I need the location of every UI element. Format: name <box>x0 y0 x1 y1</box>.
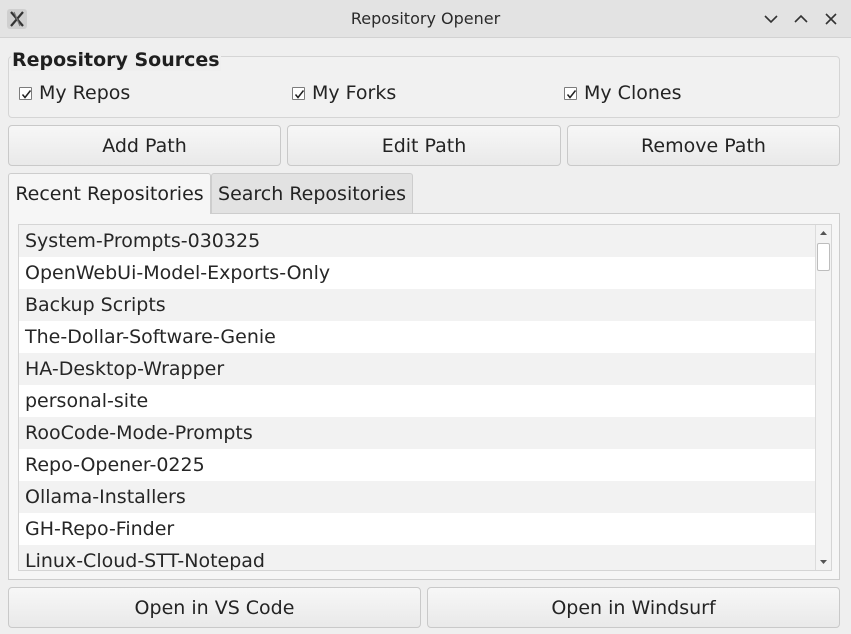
vertical-scrollbar[interactable] <box>815 225 831 570</box>
checkbox-checked-icon[interactable] <box>292 86 305 100</box>
checkbox-checked-icon[interactable] <box>564 86 577 100</box>
minimize-button[interactable] <box>761 9 781 29</box>
list-item[interactable]: GH-Repo-Finder <box>19 513 815 545</box>
checkbox-label: My Repos <box>39 82 131 104</box>
tab-recent-repositories[interactable]: Recent Repositories <box>8 173 211 214</box>
open-in-vscode-button[interactable]: Open in VS Code <box>8 587 421 628</box>
chevron-down-icon <box>764 15 778 24</box>
open-in-windsurf-button[interactable]: Open in Windsurf <box>427 587 840 628</box>
list-item[interactable]: Backup Scripts <box>19 289 815 321</box>
checkbox-my-clones[interactable]: My Clones <box>564 81 681 105</box>
close-button[interactable] <box>821 9 841 29</box>
checkbox-checked-icon[interactable] <box>19 86 32 100</box>
close-icon <box>825 13 837 25</box>
tab-search-repositories[interactable]: Search Repositories <box>211 173 413 213</box>
checkbox-label: My Forks <box>312 82 397 104</box>
list-item[interactable]: Linux-Cloud-STT-Notepad <box>19 545 815 570</box>
title-bar: Repository Opener <box>0 0 851 38</box>
remove-path-button[interactable]: Remove Path <box>567 125 840 166</box>
repository-list[interactable]: System-Prompts-030325 OpenWebUi-Model-Ex… <box>18 224 832 571</box>
list-item[interactable]: The-Dollar-Software-Genie <box>19 321 815 353</box>
list-item[interactable]: HA-Desktop-Wrapper <box>19 353 815 385</box>
scrollbar-thumb[interactable] <box>817 243 830 271</box>
list-item[interactable]: Ollama-Installers <box>19 481 815 513</box>
checkbox-label: My Clones <box>584 82 682 104</box>
list-item[interactable]: RooCode-Mode-Prompts <box>19 417 815 449</box>
repository-list-rows: System-Prompts-030325 OpenWebUi-Model-Ex… <box>19 225 815 570</box>
list-item[interactable]: personal-site <box>19 385 815 417</box>
scroll-up-arrow-icon[interactable] <box>816 225 831 241</box>
scroll-down-arrow-icon[interactable] <box>816 554 831 570</box>
list-item[interactable]: System-Prompts-030325 <box>19 225 815 257</box>
repository-sources-title: Repository Sources <box>11 49 221 71</box>
add-path-button[interactable]: Add Path <box>8 125 281 166</box>
edit-path-button[interactable]: Edit Path <box>287 125 561 166</box>
maximize-button[interactable] <box>791 9 811 29</box>
window-title: Repository Opener <box>350 9 501 28</box>
checkbox-my-repos[interactable]: My Repos <box>19 81 130 105</box>
checkbox-my-forks[interactable]: My Forks <box>292 81 396 105</box>
list-item[interactable]: Repo-Opener-0225 <box>19 449 815 481</box>
chevron-up-icon <box>794 14 808 23</box>
list-item[interactable]: OpenWebUi-Model-Exports-Only <box>19 257 815 289</box>
